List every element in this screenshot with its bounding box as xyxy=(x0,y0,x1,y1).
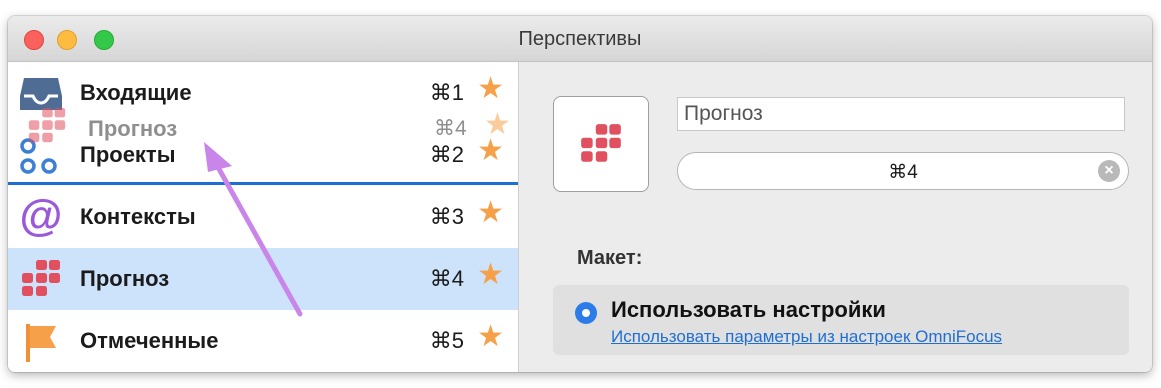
sidebar-item-shortcut: ⌘5 xyxy=(429,328,464,353)
sidebar-item-label: Прогноз xyxy=(80,266,170,291)
perspective-icon-picker[interactable] xyxy=(553,96,649,192)
perspectives-sidebar: Входящие ⌘1 ★ Проекты ⌘2 ★ @ Контексты ⌘… xyxy=(8,62,519,372)
star-icon[interactable]: ★ xyxy=(477,198,504,228)
window-title: Перспективы xyxy=(518,28,642,50)
layout-label: Макет: xyxy=(577,247,643,269)
perspective-detail-pane: ⌘4 × Макет: Использовать настройки Испол… xyxy=(519,62,1152,372)
forecast-grid-icon xyxy=(28,107,66,143)
sidebar-item-shortcut: ⌘3 xyxy=(429,204,464,229)
shortcut-field[interactable]: ⌘4 × xyxy=(677,152,1129,190)
titlebar: Перспективы xyxy=(8,16,1152,62)
clear-icon[interactable]: × xyxy=(1098,160,1120,182)
drag-ghost-row: Прогноз ⌘4 ★ xyxy=(24,104,514,144)
flag-icon xyxy=(26,324,56,362)
sidebar-item-forecast[interactable]: Прогноз ⌘4 ★ xyxy=(8,248,518,310)
option-title: Использовать настройки xyxy=(611,297,886,322)
sidebar-item-flagged[interactable]: Отмеченные ⌘5 ★ xyxy=(8,310,518,372)
perspective-name-field[interactable] xyxy=(677,97,1125,131)
sidebar-item-shortcut: ⌘2 xyxy=(429,142,464,167)
radio-selected-icon[interactable] xyxy=(575,302,597,324)
at-sign-icon: @ xyxy=(20,194,63,240)
sidebar-item-label: Проекты xyxy=(80,142,176,167)
star-icon[interactable]: ★ xyxy=(477,74,504,104)
forecast-grid-icon xyxy=(581,124,621,162)
sidebar-item-label: Входящие xyxy=(80,80,192,105)
option-settings-link[interactable]: Использовать параметры из настроек OmniF… xyxy=(611,327,1002,347)
star-icon[interactable]: ★ xyxy=(477,260,504,290)
sidebar-item-label: Отмеченные xyxy=(80,328,219,353)
star-icon: ★ xyxy=(484,108,511,141)
forecast-grid-icon xyxy=(22,260,60,296)
drop-indicator xyxy=(8,182,518,185)
drag-ghost-shortcut: ⌘4 xyxy=(434,117,467,140)
svg-text:@: @ xyxy=(20,194,63,240)
shortcut-value: ⌘4 xyxy=(888,162,918,183)
sidebar-item-label: Контексты xyxy=(80,204,196,229)
perspectives-window: Перспективы Входящие ⌘1 ★ Проекты ⌘2 ★ @… xyxy=(8,16,1152,372)
sidebar-item-contexts[interactable]: @ Контексты ⌘3 ★ xyxy=(8,186,518,248)
star-icon[interactable]: ★ xyxy=(477,322,504,352)
drag-ghost-label: Прогноз xyxy=(88,116,178,141)
layout-option-use-settings[interactable]: Использовать настройки Использовать пара… xyxy=(553,285,1129,355)
sidebar-item-shortcut: ⌘4 xyxy=(429,266,464,291)
sidebar-item-shortcut: ⌘1 xyxy=(429,80,464,105)
